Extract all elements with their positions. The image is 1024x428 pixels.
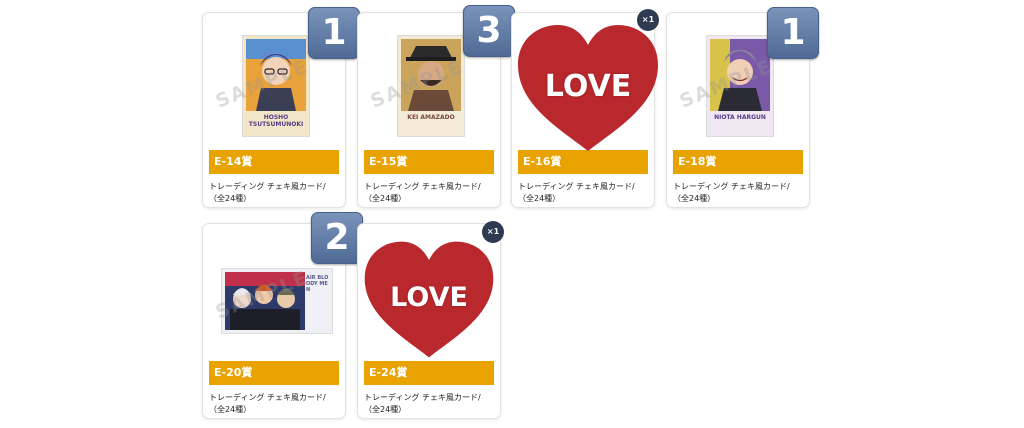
card-caption: HOSHO TSUTSUMUNOKI: [248, 114, 304, 128]
prize-description: トレーディング チェキ風カード/（全24種）: [673, 182, 790, 203]
prize-card-e18[interactable]: NIOTA HARGUN SAMPLE E-18賞 トレーディング チェキ風カー…: [666, 7, 819, 208]
card-thumbnail: AIR BLOODY MEN: [221, 268, 333, 334]
heart-label: LOVE: [390, 282, 468, 313]
prize-description: トレーディング チェキ風カード/（全24種）: [364, 182, 481, 203]
quantity-badge: 1: [767, 7, 819, 59]
prize-description: トレーディング チェキ風カード/（全24種）: [209, 393, 326, 414]
prize-card-e20[interactable]: AIR BLOODY MEN SAMPLE E-20賞 トレーディング チェキ風…: [202, 212, 363, 419]
prize-label: E-24賞: [364, 361, 494, 385]
card-thumbnail: NIOTA HARGUN: [706, 35, 774, 137]
heart-cover: LOVE: [361, 238, 497, 362]
multiplier-badge: ×1: [482, 221, 504, 243]
prize-description: トレーディング チェキ風カード/（全24種）: [518, 182, 635, 203]
character-portrait: [398, 36, 464, 136]
prize-label: E-20賞: [209, 361, 339, 385]
character-portrait: [707, 36, 773, 136]
card-caption: KEI AMAZADO: [407, 114, 455, 121]
heart-cover: LOVE: [514, 21, 662, 156]
prize-card-e16[interactable]: E-16賞 トレーディング チェキ風カード/（全24種） LOVE ×1: [511, 9, 659, 208]
prize-card-e24[interactable]: E-24賞 トレーディング チェキ風カード/（全24種） LOVE ×1: [357, 221, 504, 419]
card-thumbnail: KEI AMAZADO: [397, 35, 465, 137]
prize-label: E-15賞: [364, 150, 494, 174]
prize-label: E-18賞: [673, 150, 803, 174]
prize-label: E-14賞: [209, 150, 339, 174]
heart-label: LOVE: [544, 69, 632, 104]
quantity-badge: 2: [311, 212, 363, 264]
card-caption: NIOTA HARGUN: [714, 114, 766, 121]
card-thumbnail: HOSHO TSUTSUMUNOKI: [242, 35, 310, 137]
card-caption: AIR BLOODY MEN: [306, 275, 329, 293]
prize-description: トレーディング チェキ風カード/（全24種）: [364, 393, 481, 414]
quantity-badge: 3: [463, 5, 515, 57]
multiplier-badge: ×1: [637, 9, 659, 31]
quantity-badge: 1: [308, 7, 360, 59]
prize-card-e15[interactable]: KEI AMAZADO SAMPLE E-15賞 トレーディング チェキ風カード…: [357, 5, 515, 208]
prize-card-e14[interactable]: HOSHO TSUTSUMUNOKI SAMPLE E-14賞 トレーディング …: [202, 7, 360, 208]
prize-description: トレーディング チェキ風カード/（全24種）: [209, 182, 326, 203]
